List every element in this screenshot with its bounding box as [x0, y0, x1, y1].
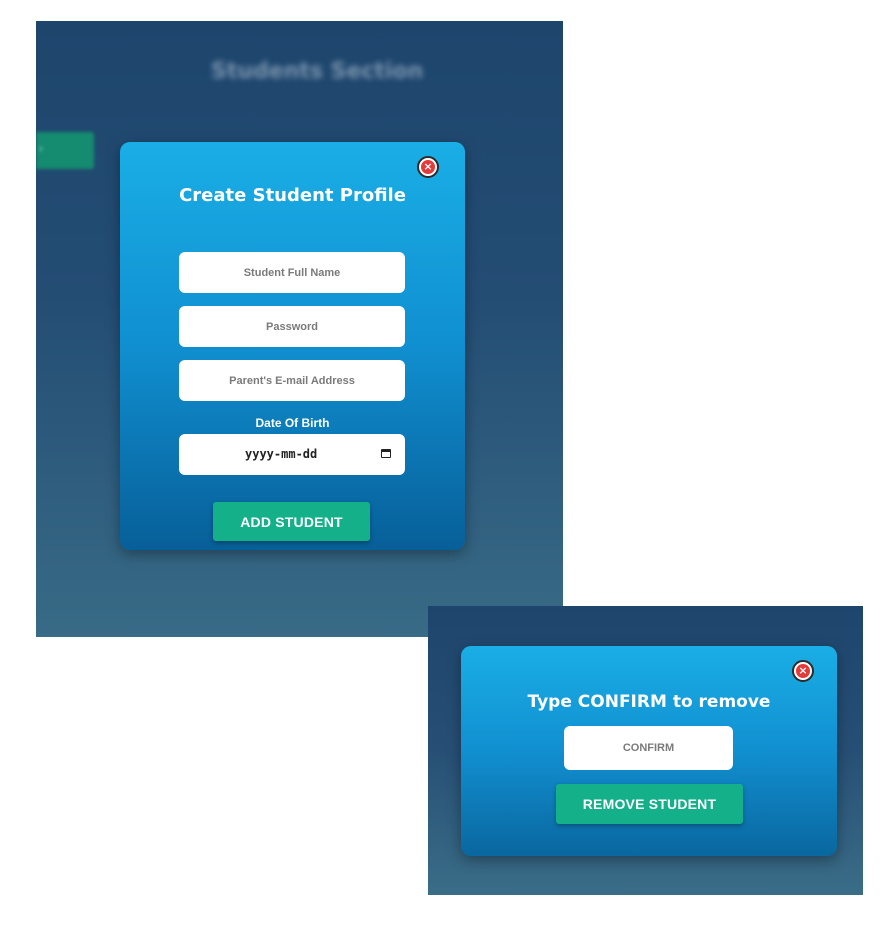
add-student-button[interactable]: ADD STUDENT — [213, 502, 370, 541]
close-icon[interactable]: × — [792, 660, 814, 682]
modal-title: Type CONFIRM to remove — [527, 692, 771, 712]
remove-student-button[interactable]: REMOVE STUDENT — [556, 784, 743, 824]
dob-label: Date Of Birth — [255, 416, 330, 430]
close-x-glyph: × — [421, 160, 435, 174]
modal-title: Create Student Profile — [179, 185, 406, 206]
remove-confirm-screenshot: × Type CONFIRM to remove CONFIRM REMOVE … — [428, 606, 863, 895]
close-x-glyph: × — [796, 664, 810, 678]
dob-value: yyyy-mm-dd — [245, 447, 318, 461]
parent-email-input[interactable]: Parent's E-mail Address — [179, 360, 405, 401]
close-icon[interactable]: × — [417, 156, 439, 178]
remove-student-modal: × Type CONFIRM to remove CONFIRM REMOVE … — [461, 646, 837, 856]
email-placeholder: Parent's E-mail Address — [229, 374, 355, 387]
confirm-input[interactable]: CONFIRM — [564, 726, 733, 770]
students-page-screenshot: Students Section › × Create Student Prof… — [36, 21, 563, 637]
create-student-modal: × Create Student Profile Student Full Na… — [120, 142, 465, 550]
full-name-input[interactable]: Student Full Name — [179, 252, 405, 293]
password-placeholder: Password — [266, 320, 318, 333]
password-input[interactable]: Password — [179, 306, 405, 347]
section-title: Students Section — [211, 59, 424, 84]
calendar-icon[interactable] — [381, 449, 391, 458]
dob-input[interactable]: yyyy-mm-dd — [179, 434, 405, 475]
confirm-placeholder: CONFIRM — [622, 742, 675, 754]
background-action-button: › — [36, 132, 94, 169]
full-name-placeholder: Student Full Name — [243, 266, 341, 279]
